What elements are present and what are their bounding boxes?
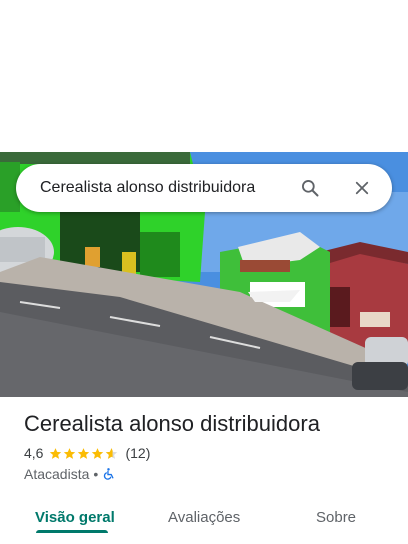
- star-half-icon: [106, 447, 118, 459]
- separator: •: [93, 466, 99, 482]
- rating-stars: [49, 447, 119, 460]
- category-row: Atacadista •: [24, 466, 115, 482]
- category-label: Atacadista: [24, 466, 90, 482]
- close-icon[interactable]: [350, 176, 374, 200]
- place-title: Cerealista alonso distribuidora: [24, 411, 320, 436]
- blank-header-area: [0, 0, 408, 152]
- star-icon: [78, 447, 90, 459]
- tab-reviews[interactable]: Avaliações: [168, 509, 240, 526]
- rating-value: 4,6: [24, 445, 44, 461]
- search-input[interactable]: Cerealista alonso distribuidora: [16, 179, 298, 197]
- rating-row[interactable]: 4,6 (12): [24, 445, 150, 461]
- tab-overview[interactable]: Visão geral: [35, 509, 115, 526]
- wheelchair-icon: [104, 468, 114, 480]
- search-bar[interactable]: Cerealista alonso distribuidora: [16, 164, 392, 212]
- star-icon: [50, 447, 62, 459]
- reviews-count: (12): [125, 445, 151, 461]
- place-info-panel: Cerealista alonso distribuidora 4,6 (12)…: [0, 397, 408, 544]
- active-tab-indicator: [36, 530, 108, 533]
- search-icon[interactable]: [298, 176, 322, 200]
- tab-bar: Visão geral Avaliações Sobre: [0, 501, 408, 544]
- star-icon: [92, 447, 104, 459]
- tab-about[interactable]: Sobre: [316, 509, 356, 526]
- star-icon: [64, 447, 76, 459]
